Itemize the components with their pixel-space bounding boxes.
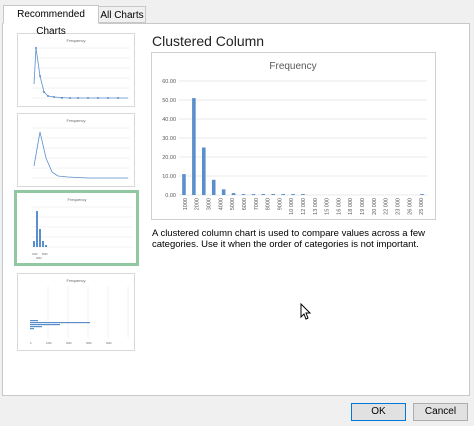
thumbnail-clustered-bar[interactable]: Frequency 0 1000 2000 3000 4000 bbox=[17, 273, 135, 351]
y-tick-label: 0.00 bbox=[165, 193, 176, 199]
bar bbox=[231, 193, 236, 195]
bar bbox=[251, 194, 256, 195]
bar bbox=[221, 189, 226, 195]
x-tick-label: 6000 bbox=[242, 198, 248, 210]
thumbnail-title: Frequency bbox=[67, 38, 86, 43]
chart-description: A clustered column chart is used to comp… bbox=[152, 228, 425, 250]
bar bbox=[281, 194, 285, 195]
bar bbox=[291, 194, 295, 195]
x-tick-label: 1000 bbox=[183, 198, 189, 210]
frequency-chart: Frequency 0.00 10.00 20.00 30.00 40.00 50.00 6… bbox=[162, 61, 427, 215]
svg-text:2000: 2000 bbox=[66, 342, 72, 345]
x-tick-label: 18 000 bbox=[348, 198, 354, 215]
thumbnail-scatter-smooth-markers[interactable]: Frequency bbox=[17, 33, 135, 107]
bar bbox=[420, 194, 424, 195]
x-tick-label: 26 000 bbox=[407, 198, 413, 215]
svg-text:3000: 3000 bbox=[36, 257, 42, 260]
tab-all-charts[interactable]: All Charts bbox=[98, 6, 146, 23]
bar bbox=[202, 147, 206, 195]
bar bbox=[192, 98, 196, 195]
svg-text:1000: 1000 bbox=[32, 253, 38, 256]
bar bbox=[182, 174, 186, 195]
thumbnail-chart-2: Frequency bbox=[32, 118, 130, 179]
thumbnail-clustered-column[interactable]: Frequency 1000 3000 5000 bbox=[14, 190, 139, 266]
x-tick-label: 7000 bbox=[254, 198, 260, 210]
x-tick-label: 3000 bbox=[207, 198, 213, 210]
x-tick-label: 8000 bbox=[266, 198, 272, 210]
ok-button[interactable]: OK bbox=[351, 403, 406, 421]
bar bbox=[211, 179, 216, 195]
x-tick-label: 20 000 bbox=[372, 198, 378, 215]
y-tick-label: 40.00 bbox=[162, 117, 176, 123]
bar bbox=[261, 194, 266, 195]
x-tick-label: 19 000 bbox=[360, 198, 366, 215]
thumbnail-chart-4: Frequency 0 1000 2000 3000 4000 bbox=[30, 278, 129, 345]
svg-text:3000: 3000 bbox=[86, 342, 92, 345]
svg-text:5000: 5000 bbox=[42, 253, 48, 256]
thumbnail-title: Frequency bbox=[67, 118, 86, 123]
mouse-cursor-icon bbox=[300, 302, 312, 325]
svg-text:0: 0 bbox=[30, 342, 32, 345]
svg-text:4000: 4000 bbox=[106, 342, 112, 345]
bar bbox=[271, 194, 276, 195]
x-tick-label: 25 000 bbox=[419, 198, 425, 215]
x-tick-label: 12 000 bbox=[301, 198, 307, 215]
x-tick-label: 2000 bbox=[195, 198, 201, 210]
x-tick-label: 22 000 bbox=[384, 198, 390, 215]
y-tick-label: 60.00 bbox=[162, 79, 176, 85]
y-tick-label: 10.00 bbox=[162, 174, 176, 180]
x-tick-label: 23 000 bbox=[395, 198, 401, 215]
chart-type-title: Clustered Column bbox=[152, 33, 265, 49]
x-tick-label: 9000 bbox=[277, 198, 283, 210]
x-tick-label: 15 000 bbox=[325, 198, 331, 215]
x-tick-label: 5000 bbox=[230, 198, 236, 210]
thumbnail-chart-3: Frequency 100030005000 bbox=[31, 197, 133, 260]
chart-thumbnail-list[interactable]: Frequency Frequency Frequency 1000 3000 … bbox=[14, 30, 140, 380]
y-tick-label: 20.00 bbox=[162, 155, 176, 161]
x-tick-label: 10 000 bbox=[289, 198, 295, 215]
cancel-button[interactable]: Cancel bbox=[413, 403, 468, 421]
chart-preview: Frequency 0.00 10.00 20.00 30.00 40.00 50.00 6… bbox=[151, 52, 436, 220]
x-tick-label: 13 000 bbox=[313, 198, 319, 215]
bar bbox=[301, 194, 305, 195]
y-tick-label: 30.00 bbox=[162, 136, 176, 142]
thumbnail-title: Frequency bbox=[67, 278, 86, 283]
x-tick-label: 4000 bbox=[218, 198, 224, 210]
tab-recommended-charts[interactable]: Recommended Charts bbox=[3, 5, 99, 37]
svg-text:1000: 1000 bbox=[46, 342, 52, 345]
y-tick-label: 50.00 bbox=[162, 98, 176, 104]
thumbnail-scatter-smooth[interactable]: Frequency bbox=[17, 113, 135, 187]
thumbnail-title: Frequency bbox=[68, 197, 87, 202]
thumbnail-chart-1: Frequency bbox=[32, 38, 130, 99]
bar bbox=[241, 194, 246, 195]
chart-title: Frequency bbox=[269, 61, 316, 72]
x-tick-label: 16 000 bbox=[336, 198, 342, 215]
